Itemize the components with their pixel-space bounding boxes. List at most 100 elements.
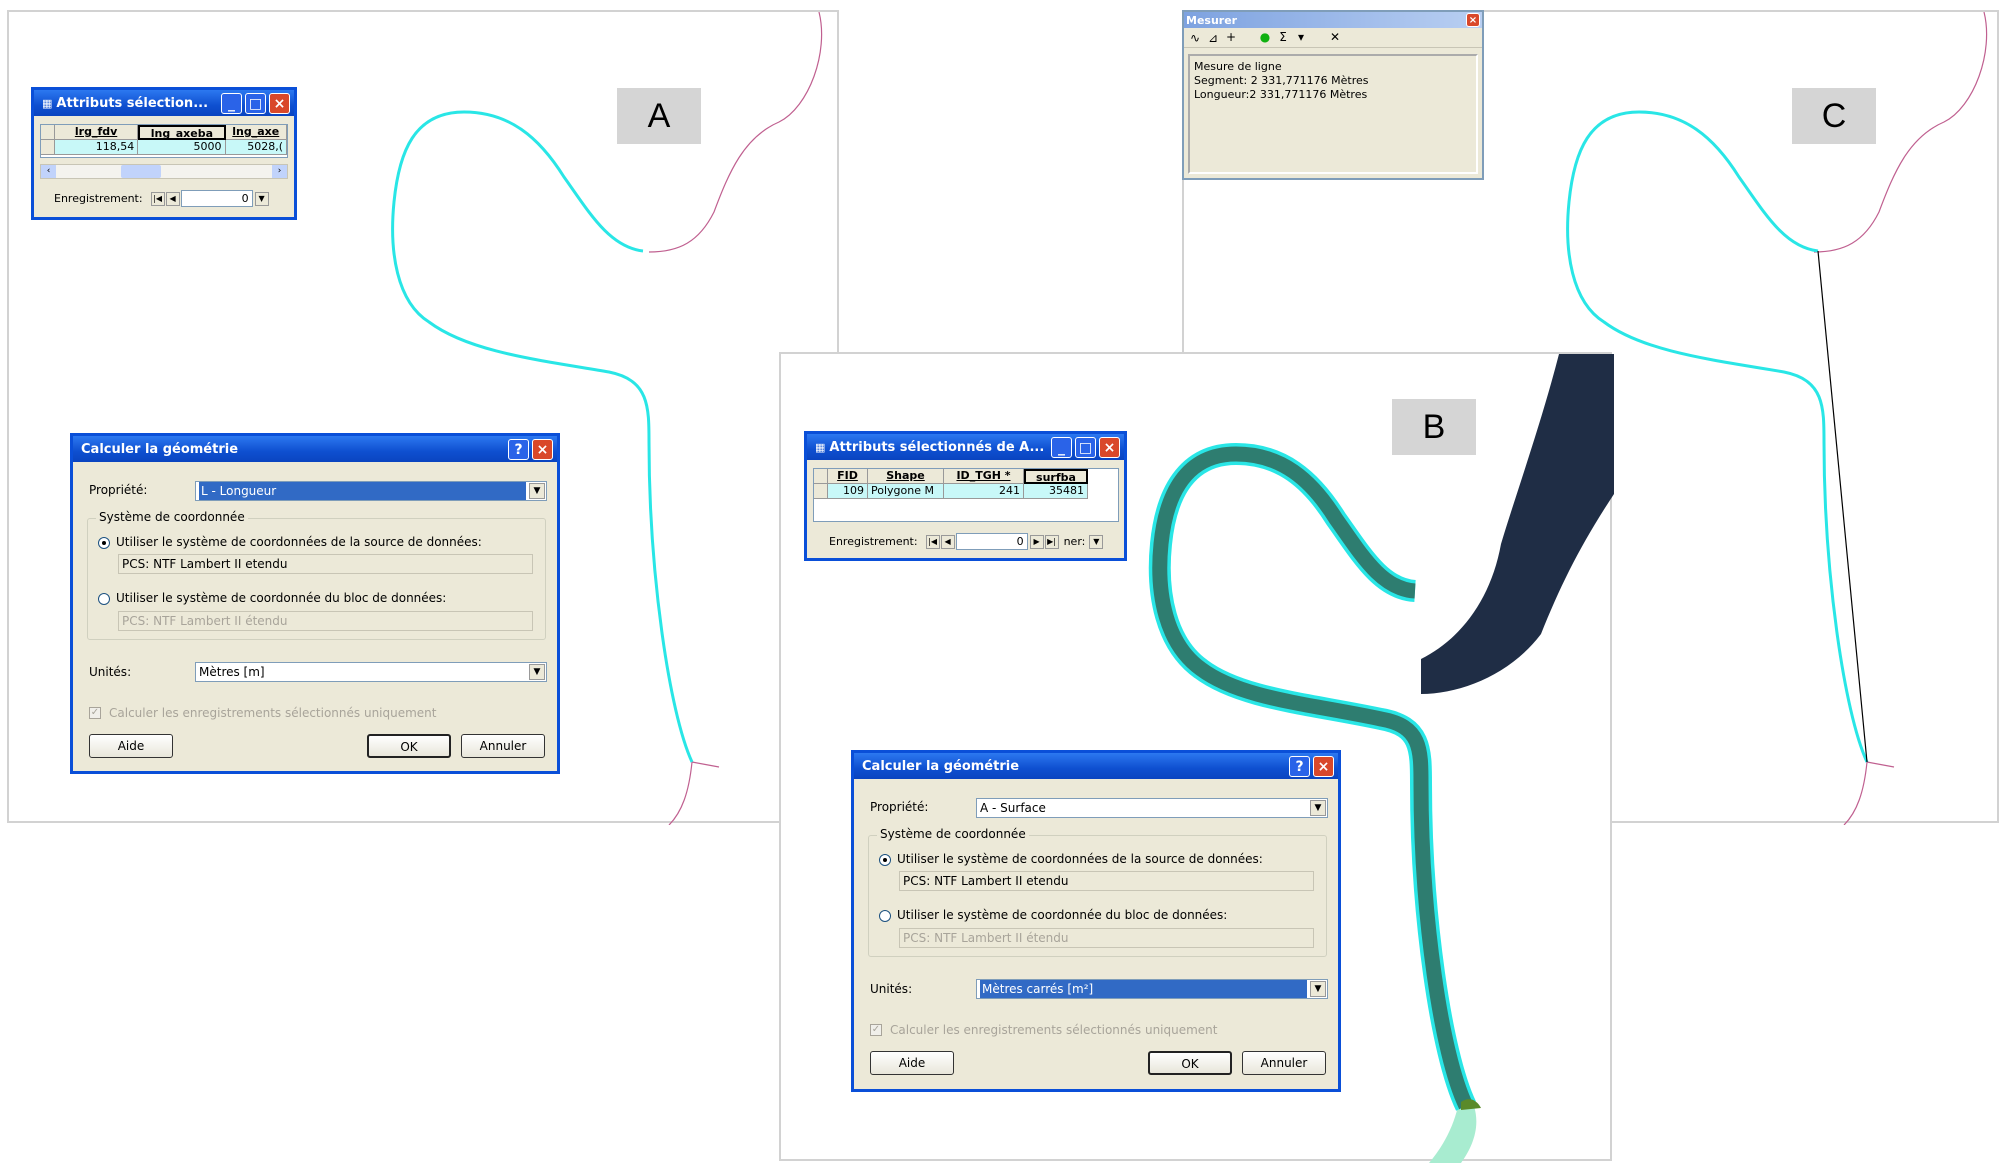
source-pcs-field: PCS: NTF Lambert II etendu [899, 871, 1314, 891]
property-select[interactable]: A - Surface ▼ [976, 798, 1328, 818]
frame-pcs-field: PCS: NTF Lambert II étendu [118, 611, 533, 631]
title-bar[interactable]: ▦ Attributs sélectionnés de A... _ □ × [807, 434, 1124, 460]
window-title: Attributs sélectionnés de A... [829, 439, 1045, 455]
radio-frame-label[interactable]: Utiliser le système de coordonnée du blo… [897, 908, 1227, 922]
scroll-right-icon[interactable]: › [272, 165, 287, 178]
record-navigator: Enregistrement: |◀ ◀ 0 ▶ ▶| ner: ▼ [829, 533, 1104, 550]
units-label: Unités: [89, 665, 132, 679]
title-bar[interactable]: Calculer la géométrie ? × [854, 753, 1338, 779]
measure-feature-icon[interactable]: + [1224, 30, 1238, 44]
panel-label: A [617, 88, 701, 144]
units-select[interactable]: Mètres carrés [m²] ▼ [976, 979, 1328, 999]
radio-frame-coords[interactable] [879, 910, 891, 922]
table-cell[interactable]: 109 [828, 484, 868, 499]
radio-source-coords[interactable] [879, 854, 891, 866]
scroll-left-icon[interactable]: ‹ [41, 165, 56, 178]
units-label: Unités: [870, 982, 913, 996]
chevron-down-icon[interactable]: ▼ [529, 664, 545, 680]
next-record-icon[interactable]: ▶ [1029, 534, 1044, 549]
help-icon[interactable]: ? [508, 439, 529, 460]
help-icon[interactable]: ? [1289, 756, 1310, 777]
chevron-down-icon[interactable]: ▼ [254, 191, 269, 206]
dialog-title: Calculer la géométrie [862, 758, 1020, 774]
last-record-icon[interactable]: ▶| [1044, 534, 1059, 549]
close-button[interactable]: × [1313, 756, 1334, 777]
title-bar[interactable]: Calculer la géométrie ? × [73, 436, 557, 462]
clear-icon[interactable]: ✕ [1328, 30, 1342, 44]
table-header: lrg_fdv lng_axeba lng_axe [41, 125, 288, 140]
table-row[interactable]: 118,54 5000 5028,( [41, 140, 287, 155]
previous-record-icon[interactable]: ◀ [940, 534, 955, 549]
attribute-grid: lrg_fdv lng_axeba lng_axe 118,54 5000 50… [40, 124, 288, 158]
frame-pcs-field: PCS: NTF Lambert II étendu [899, 928, 1314, 948]
record-number-input[interactable]: 0 [955, 533, 1028, 550]
table-cell[interactable]: 241 [944, 484, 1024, 499]
column-header[interactable]: lrg_fdv [54, 125, 139, 140]
close-button[interactable]: × [269, 93, 290, 114]
boundary-line [691, 761, 720, 768]
table-cell[interactable]: 5000 [138, 140, 226, 155]
panel-label: B [1392, 399, 1476, 455]
close-button[interactable]: × [1466, 13, 1480, 27]
maximize-button[interactable]: □ [245, 93, 266, 114]
record-number-input[interactable]: 0 [180, 190, 253, 207]
maximize-button[interactable]: □ [1075, 437, 1096, 458]
column-header[interactable]: lng_axe [225, 125, 288, 140]
ok-button[interactable]: OK [367, 734, 451, 758]
radio-source-coords[interactable] [98, 537, 110, 549]
boundary-line [1866, 761, 1895, 768]
previous-record-icon[interactable]: ◀ [165, 191, 180, 206]
column-header[interactable]: surfba [1024, 469, 1088, 484]
sum-icon[interactable]: Σ [1276, 30, 1290, 44]
selected-only-checkbox: ✓ [870, 1024, 882, 1036]
title-bar[interactable]: ▦ Attributs sélection... _ □ × [34, 90, 294, 116]
table-cell[interactable]: 35481 [1024, 484, 1088, 499]
attribute-grid: FID Shape ID_TGH * surfba 109 Polygone M… [813, 468, 1119, 522]
units-menu-icon[interactable]: ▾ [1294, 30, 1308, 44]
table-icon: ▦ [815, 440, 826, 454]
close-button[interactable]: × [1099, 437, 1120, 458]
group-title: Système de coordonnée [877, 827, 1029, 841]
close-button[interactable]: × [532, 439, 553, 460]
measure-toolbar: ∿ ⊿ + ● Σ ▾ ✕ [1184, 28, 1482, 48]
scroll-thumb[interactable] [121, 165, 161, 178]
first-record-icon[interactable]: |◀ [150, 191, 165, 206]
column-header[interactable]: FID [828, 469, 868, 484]
chevron-down-icon[interactable]: ▼ [1310, 800, 1326, 816]
ok-button[interactable]: OK [1148, 1051, 1232, 1075]
minimize-button[interactable]: _ [1051, 437, 1072, 458]
record-label: Enregistrement: [829, 535, 918, 548]
chevron-down-icon[interactable]: ▼ [1310, 981, 1326, 997]
table-cell[interactable]: 118,54 [54, 140, 139, 155]
cancel-button[interactable]: Annuler [461, 734, 545, 758]
title-bar[interactable]: Mesurer × [1184, 12, 1482, 28]
minimize-button[interactable]: _ [221, 93, 242, 114]
chevron-down-icon[interactable]: ▼ [1089, 534, 1104, 549]
radio-source-label[interactable]: Utiliser le système de coordonnées de la… [116, 535, 482, 549]
radio-frame-coords[interactable] [98, 593, 110, 605]
measure-line-icon[interactable]: ∿ [1188, 31, 1202, 45]
radio-frame-label[interactable]: Utiliser le système de coordonnée du blo… [116, 591, 446, 605]
table-row[interactable]: 109 Polygone M 241 35481 [814, 484, 1118, 499]
cancel-button[interactable]: Annuler [1242, 1051, 1326, 1075]
table-cell[interactable]: 5028,( [225, 140, 287, 155]
radio-source-label[interactable]: Utiliser le système de coordonnées de la… [897, 852, 1263, 866]
boundary-line [1843, 761, 1868, 825]
property-label: Propriété: [89, 483, 148, 497]
help-button[interactable]: Aide [89, 734, 173, 758]
help-button[interactable]: Aide [870, 1051, 954, 1075]
table-cell[interactable]: Polygone M [868, 484, 944, 499]
column-header[interactable]: ID_TGH * [944, 469, 1024, 484]
measure-area-icon[interactable]: ⊿ [1206, 31, 1220, 45]
table-header: FID Shape ID_TGH * surfba [814, 469, 1118, 484]
chevron-down-icon[interactable]: ▼ [529, 483, 545, 499]
first-record-icon[interactable]: |◀ [925, 534, 940, 549]
column-header[interactable]: lng_axeba [138, 125, 226, 140]
dialog-title: Calculer la géométrie [81, 441, 239, 457]
selected-only-checkbox: ✓ [89, 707, 101, 719]
property-select[interactable]: L - Longueur ▼ [195, 481, 547, 501]
horizontal-scrollbar[interactable]: ‹ › [40, 164, 288, 179]
column-header[interactable]: Shape [868, 469, 944, 484]
snap-icon[interactable]: ● [1258, 30, 1272, 44]
units-select[interactable]: Mètres [m] ▼ [195, 662, 547, 682]
